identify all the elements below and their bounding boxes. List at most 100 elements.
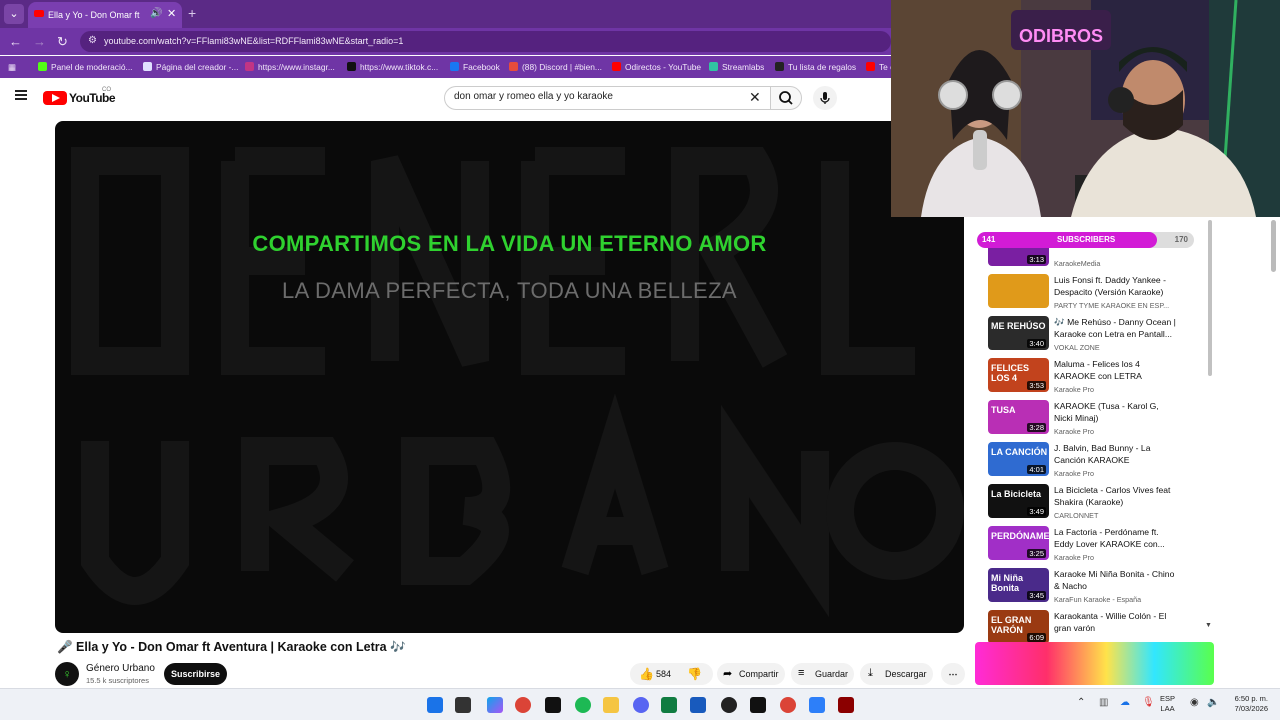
address-url: youtube.com/watch?v=FFlami83wNE&list=RDF… bbox=[104, 36, 404, 46]
bookmark-item[interactable]: Tu lista de regalos bbox=[775, 62, 856, 72]
discord-icon[interactable] bbox=[633, 697, 649, 713]
word-icon[interactable] bbox=[690, 697, 706, 713]
new-tab-button[interactable]: + bbox=[188, 5, 196, 21]
subscribe-button[interactable]: Suscribirse bbox=[164, 663, 227, 685]
related-video-item[interactable]: Luis Fonsi ft. Daddy Yankee - Despacito … bbox=[988, 274, 1198, 314]
related-video-item[interactable]: Mi Niña Bonita 3:45 Karaoke Mi Niña Bonita… bbox=[988, 568, 1198, 608]
country-code: CO bbox=[102, 87, 111, 93]
tray-overflow-icon[interactable]: ⌃ bbox=[1077, 697, 1085, 708]
related-video-item[interactable]: La Bicicleta 3:49 La Bicicleta - Carlos Vi… bbox=[988, 484, 1198, 524]
related-video-title[interactable]: La Bicicleta - Carlos Vives feat Shakira… bbox=[1054, 484, 1178, 508]
chrome-icon[interactable] bbox=[515, 697, 531, 713]
task-view-icon[interactable] bbox=[455, 697, 471, 713]
app-icon[interactable] bbox=[750, 697, 766, 713]
channel-subscriber-count: 15.5 k suscriptores bbox=[86, 676, 149, 685]
spotify-icon[interactable] bbox=[575, 697, 591, 713]
bookmark-item[interactable]: Streamlabs bbox=[709, 62, 764, 72]
related-video-title[interactable]: Luis Fonsi ft. Daddy Yankee - Despacito … bbox=[1054, 274, 1178, 298]
bookmark-item[interactable]: https://www.instagr... bbox=[245, 62, 335, 72]
channel-avatar[interactable]: ♀ bbox=[55, 662, 79, 686]
related-video-title[interactable]: J. Balvin, Bad Bunny - La Canción KARAOK… bbox=[1054, 442, 1178, 466]
search-icon bbox=[779, 91, 793, 105]
related-video-title[interactable]: 🎶 Me Rehúso - Danny Ocean | Karaoke con … bbox=[1054, 316, 1178, 340]
address-bar[interactable]: ⚙ youtube.com/watch?v=FFlami83wNE&list=R… bbox=[80, 31, 891, 52]
reload-icon[interactable]: ↻ bbox=[57, 34, 68, 50]
related-video-title[interactable]: Maluma - Felices los 4 KARAOKE con LETRA bbox=[1054, 358, 1178, 382]
menu-icon[interactable] bbox=[15, 90, 27, 100]
related-video-channel: CARLONNET bbox=[1054, 511, 1099, 520]
youtube-logo-icon[interactable] bbox=[43, 91, 67, 105]
download-label: Descargar bbox=[885, 669, 927, 679]
clear-search-icon[interactable]: ✕ bbox=[749, 89, 761, 106]
close-tab-icon[interactable]: ✕ bbox=[167, 7, 176, 20]
onedrive-icon[interactable]: ☁ bbox=[1120, 697, 1130, 708]
related-video-thumbnail[interactable]: ME REHÚSO 3:40 bbox=[988, 316, 1049, 350]
search-button[interactable] bbox=[770, 86, 802, 110]
video-duration: 6:09 bbox=[1027, 633, 1046, 642]
tray-app-icon[interactable]: ▥ bbox=[1099, 697, 1108, 708]
speaker-icon[interactable]: 🔊 bbox=[150, 8, 162, 19]
related-video-channel: KaraFun Karaoke - España bbox=[1054, 595, 1142, 604]
more-actions-icon[interactable]: ⋯ bbox=[941, 663, 965, 685]
stream-overlay-banner bbox=[975, 642, 1214, 685]
related-video-item[interactable]: LA CANCIÓN 4:01 J. Balvin, Bad Bunny - La … bbox=[988, 442, 1198, 482]
video-player[interactable]: COMPARTIMOS EN LA VIDA UN ETERNO AMOR LA… bbox=[55, 121, 964, 633]
chrome-profile-icon[interactable] bbox=[780, 697, 796, 713]
bookmark-item[interactable]: Panel de moderació... bbox=[38, 62, 132, 72]
tab-search-button[interactable]: ⌄ bbox=[4, 4, 24, 24]
bookmark-item[interactable]: (88) Discord | #bien... bbox=[509, 62, 602, 72]
forward-icon[interactable]: → bbox=[33, 34, 46, 49]
related-video-thumbnail[interactable]: Mi Niña Bonita 3:45 bbox=[988, 568, 1049, 602]
volume-icon[interactable]: 🔈 bbox=[1207, 697, 1219, 708]
related-video-item[interactable]: TUSA 3:28 KARAOKE (Tusa - Karol G, Nicki M… bbox=[988, 400, 1198, 440]
like-count[interactable]: 584 bbox=[656, 669, 671, 679]
copilot-icon[interactable] bbox=[487, 697, 503, 713]
bookmark-item[interactable]: Odirectos - YouTube bbox=[612, 62, 701, 72]
related-video-item[interactable]: ME REHÚSO 3:40 🎶 Me Rehúso - Danny Ocean |… bbox=[988, 316, 1198, 356]
scroll-down-icon[interactable]: ▼ bbox=[1205, 622, 1212, 629]
snipping-tool-icon[interactable] bbox=[809, 697, 825, 713]
bookmark-item[interactable]: Facebook bbox=[450, 62, 500, 72]
obs-icon[interactable] bbox=[721, 697, 737, 713]
related-video-title[interactable]: KARAOKE (Tusa - Karol G, Nicki Minaj) bbox=[1054, 400, 1178, 424]
related-video-thumbnail[interactable]: EL GRAN VARÓN 6:09 bbox=[988, 610, 1049, 644]
apps-icon[interactable]: ▦ bbox=[8, 62, 16, 72]
share-label: Compartir bbox=[739, 669, 779, 679]
related-video-title[interactable]: La Factoria - Perdóname ft. Eddy Lover K… bbox=[1054, 526, 1178, 550]
youtube-logo-text[interactable]: YouTube bbox=[69, 91, 116, 105]
input-language[interactable]: ESP LAA bbox=[1160, 694, 1175, 714]
channel-name[interactable]: Género Urbano bbox=[86, 663, 155, 674]
epic-games-icon[interactable] bbox=[545, 697, 561, 713]
network-icon[interactable]: ◉ bbox=[1190, 697, 1199, 708]
excel-icon[interactable] bbox=[661, 697, 677, 713]
sidebar-scrollbar[interactable] bbox=[1208, 220, 1212, 376]
bookmark-item[interactable]: https://www.tiktok.c... bbox=[347, 62, 438, 72]
voice-search-button[interactable] bbox=[813, 86, 837, 110]
page-scrollbar[interactable] bbox=[1271, 220, 1276, 272]
start-menu-icon[interactable] bbox=[427, 697, 443, 713]
bookmark-item[interactable]: Página del creador -... bbox=[143, 62, 238, 72]
related-video-thumbnail[interactable]: TUSA 3:28 bbox=[988, 400, 1049, 434]
related-video-thumbnail[interactable] bbox=[988, 274, 1049, 308]
microphone-tray-icon[interactable]: 🎙 bbox=[1142, 697, 1155, 708]
clock[interactable]: 6:50 p. m. 7/03/2026 bbox=[1222, 694, 1268, 714]
related-video-thumbnail[interactable]: PERDÓNAME 3:25 bbox=[988, 526, 1049, 560]
video-duration: 3:13 bbox=[1027, 255, 1046, 264]
related-video-item[interactable]: FELICES LOS 4 3:53 Maluma - Felices los 4 … bbox=[988, 358, 1198, 398]
related-video-title[interactable]: Karaoke Mi Niña Bonita - Chino & Nacho bbox=[1054, 568, 1178, 592]
active-tab[interactable]: Ella y Yo - Don Omar ft 🔊 ✕ bbox=[28, 2, 182, 28]
like-icon[interactable]: 👍 bbox=[639, 667, 654, 681]
related-video-thumbnail[interactable]: LA CANCIÓN 4:01 bbox=[988, 442, 1049, 476]
voicemod-icon[interactable] bbox=[838, 697, 854, 713]
file-explorer-icon[interactable] bbox=[603, 697, 619, 713]
back-icon[interactable]: ← bbox=[9, 34, 22, 49]
related-video-thumbnail[interactable]: La Bicicleta 3:49 bbox=[988, 484, 1049, 518]
related-video-thumbnail[interactable]: FELICES LOS 4 3:53 bbox=[988, 358, 1049, 392]
thumbnail-text: FELICES LOS 4 bbox=[991, 363, 1030, 383]
related-video-title[interactable]: Karaokanta - Willie Colón - El gran varó… bbox=[1054, 610, 1178, 634]
dislike-icon[interactable]: 👎 bbox=[687, 667, 702, 681]
video-duration: 3:49 bbox=[1027, 507, 1046, 516]
site-info-icon[interactable]: ⚙ bbox=[88, 35, 97, 46]
search-query[interactable]: don omar y romeo ella y yo karaoke bbox=[454, 91, 613, 102]
related-video-item[interactable]: PERDÓNAME 3:25 La Factoria - Perdóname ft.… bbox=[988, 526, 1198, 566]
